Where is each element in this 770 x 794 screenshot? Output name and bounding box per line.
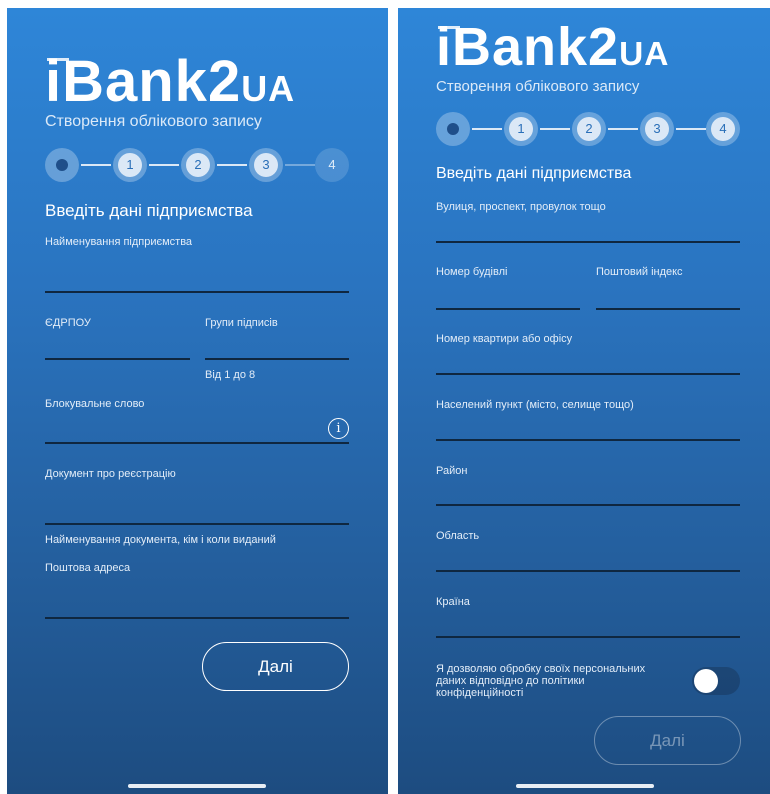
progress-stepper: 1 2 3 4: [45, 148, 349, 182]
street-field[interactable]: [436, 241, 740, 243]
country-label: Країна: [436, 596, 470, 608]
registration-doc-field[interactable]: [45, 523, 349, 525]
signature-groups-label: Групи підписів: [205, 317, 278, 329]
step-2: 2: [572, 112, 606, 146]
signature-groups-hint: Від 1 до 8: [205, 369, 256, 381]
step-4: 4: [706, 112, 740, 146]
logo-suffix: UA: [241, 68, 296, 109]
building-number-label: Номер будівлі: [436, 266, 508, 278]
step-3: 3: [640, 112, 674, 146]
postcode-field[interactable]: [596, 308, 740, 310]
district-label: Район: [436, 465, 468, 477]
home-indicator: [128, 784, 266, 788]
page-subtitle: Створення облікового запису: [436, 78, 640, 95]
settlement-field[interactable]: [436, 439, 740, 441]
home-indicator: [516, 784, 654, 788]
consent-toggle[interactable]: [692, 667, 740, 695]
company-name-field[interactable]: [45, 291, 349, 293]
step-1: 1: [504, 112, 538, 146]
building-number-field[interactable]: [436, 308, 580, 310]
postal-address-field[interactable]: [45, 617, 349, 619]
region-label: Область: [436, 530, 480, 542]
apartment-label: Номер квартири або офісу: [436, 333, 573, 345]
settlement-label: Населений пункт (місто, селище тощо): [436, 399, 634, 411]
postal-address-label: Поштова адреса: [45, 562, 131, 574]
screen-address-details: iBank2UA Створення облікового запису 1 2…: [398, 8, 770, 794]
form-heading: Введіть дані підприємства: [45, 201, 253, 220]
registration-doc-label: Документ про реєстрацію: [45, 468, 176, 480]
step-4: 4: [315, 148, 349, 182]
toggle-knob: [694, 669, 718, 693]
district-field[interactable]: [436, 504, 740, 506]
edrpou-field[interactable]: [45, 358, 190, 360]
street-label: Вулиця, проспект, провулок тощо: [436, 201, 606, 213]
country-field[interactable]: [436, 636, 740, 638]
apartment-field[interactable]: [436, 373, 740, 375]
step-3: 3: [249, 148, 283, 182]
ibank2ua-logo: iBank2UA: [45, 48, 295, 115]
info-icon[interactable]: i: [328, 418, 349, 439]
step-current: [436, 112, 470, 146]
current-step-dot-icon: [447, 123, 459, 135]
logo-main: iBank2: [436, 17, 620, 77]
progress-stepper: 1 2 3 4: [436, 112, 740, 146]
form-heading: Введіть дані підприємства: [436, 165, 632, 182]
step-2: 2: [181, 148, 215, 182]
current-step-dot-icon: [56, 159, 68, 171]
logo-main: iBank2: [45, 49, 242, 114]
blocking-word-field[interactable]: [45, 442, 349, 444]
region-field[interactable]: [436, 570, 740, 572]
consent-text: Я дозволяю обробку своїх персональних да…: [436, 663, 646, 699]
company-name-label: Найменування підприємства: [45, 236, 193, 248]
logo-suffix: UA: [619, 36, 670, 73]
blocking-word-label: Блокувальне слово: [45, 398, 145, 410]
registration-doc-hint: Найменування документа, кім і коли видан…: [45, 534, 276, 546]
next-button[interactable]: Далі: [594, 716, 741, 765]
ibank2ua-logo: iBank2UA: [436, 16, 669, 78]
step-current: [45, 148, 79, 182]
signature-groups-field[interactable]: [205, 358, 349, 360]
step-1: 1: [113, 148, 147, 182]
page-subtitle: Створення облікового запису: [45, 113, 262, 130]
next-button[interactable]: Далі: [202, 642, 349, 691]
edrpou-label: ЄДРПОУ: [45, 317, 91, 329]
screen-company-details: iBank2UA Створення облікового запису 1 2…: [7, 8, 388, 794]
postcode-label: Поштовий індекс: [596, 266, 683, 278]
